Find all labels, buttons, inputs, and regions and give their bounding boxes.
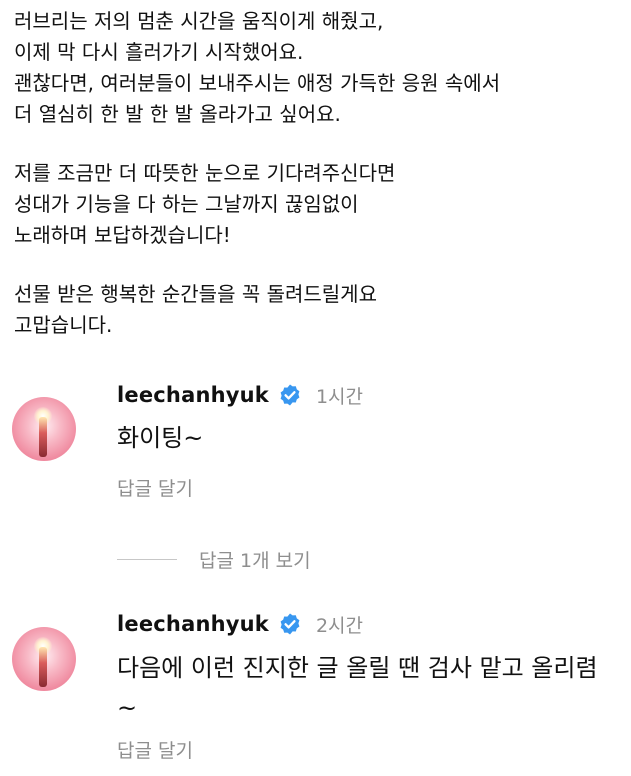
- caption-line: 저를 조금만 더 따뜻한 눈으로 기다려주신다면: [14, 161, 396, 185]
- reply-button[interactable]: 답글 달기: [117, 474, 193, 501]
- caption-line: 선물 받은 행복한 순간들을 꼭 돌려드릴게요: [14, 282, 377, 306]
- comment-time: 1시간: [315, 385, 364, 408]
- caption-line: 성대가 기능을 다 하는 그날까지 끊임없이: [14, 192, 359, 216]
- avatar[interactable]: [12, 627, 76, 691]
- reply-button[interactable]: 답글 달기: [117, 736, 193, 763]
- avatar-figure: [39, 417, 47, 457]
- caption-line: 더 열심히 한 발 한 발 올라가고 싶어요.: [14, 102, 341, 126]
- comment-header: leechanhyuk 2시간: [117, 609, 363, 639]
- caption-line: 노래하며 보답하겠습니다!: [14, 223, 231, 247]
- avatar-figure: [39, 647, 47, 687]
- caption-line: 괜찮다면, 여러분들이 보내주시는 애정 가득한 응원 속에서: [14, 71, 501, 95]
- view-replies-label: 답글 1개 보기: [199, 549, 311, 572]
- avatar[interactable]: [12, 397, 76, 461]
- post-caption: 러브리는 저의 멈춘 시간을 움직이게 해줬고, 이제 막 다시 흘러가기 시작…: [14, 6, 619, 341]
- comment-text: 다음에 이런 진지한 글 올릴 땐 검사 맡고 올리렴~: [117, 654, 598, 722]
- verified-badge-icon: [280, 613, 300, 635]
- verified-badge-icon: [280, 384, 300, 406]
- comment-header: leechanhyuk 1시간: [117, 380, 363, 410]
- comment-username[interactable]: leechanhyuk: [117, 612, 269, 636]
- caption-line: 러브리는 저의 멈춘 시간을 움직이게 해줬고,: [14, 9, 384, 33]
- comment-text: 화이팅~: [117, 424, 204, 452]
- view-replies-button[interactable]: 답글 1개 보기: [117, 545, 311, 573]
- caption-line: 이제 막 다시 흘러가기 시작했어요.: [14, 40, 304, 64]
- caption-line: 고맙습니다.: [14, 313, 113, 337]
- comment-time: 2시간: [315, 614, 364, 637]
- divider: [117, 558, 177, 560]
- comment-username[interactable]: leechanhyuk: [117, 383, 269, 407]
